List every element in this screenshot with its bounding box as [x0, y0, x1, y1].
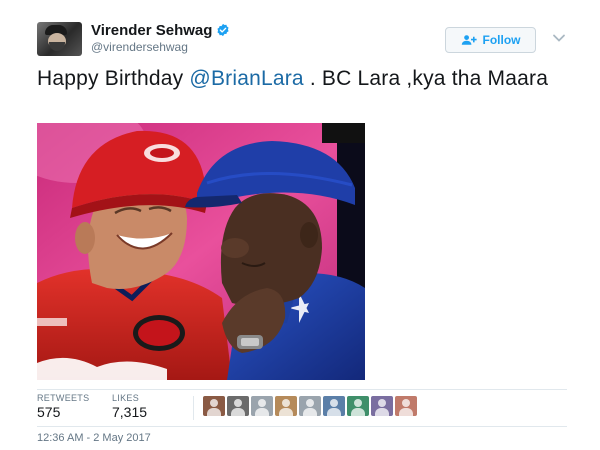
retweets-label[interactable]: RETWEETS: [37, 393, 89, 403]
tweet-text-part-1: Happy Birthday: [37, 67, 190, 90]
author-display-name[interactable]: Virender Sehwag: [91, 22, 230, 39]
author-handle[interactable]: @virendersehwag: [91, 40, 188, 54]
engagement-stats: RETWEETS 575 LIKES 7,315: [37, 389, 567, 427]
liker-avatar-6[interactable]: [323, 396, 345, 416]
likes-label[interactable]: LIKES: [112, 393, 139, 403]
liker-avatars: [203, 396, 417, 418]
stats-divider: [193, 396, 194, 420]
author-name-text[interactable]: Virender Sehwag: [91, 22, 212, 39]
liker-avatar-4[interactable]: [275, 396, 297, 416]
liker-avatar-9[interactable]: [395, 396, 417, 416]
mention-link[interactable]: @BrianLara: [189, 67, 303, 90]
chevron-down-icon[interactable]: [552, 31, 566, 45]
retweets-count[interactable]: 575: [37, 404, 60, 420]
liker-avatar-8[interactable]: [371, 396, 393, 416]
photo-illustration: [37, 123, 365, 380]
liker-avatar-7[interactable]: [347, 396, 369, 416]
liker-avatar-3[interactable]: [251, 396, 273, 416]
liker-avatar-5[interactable]: [299, 396, 321, 416]
tweet-text: Happy Birthday @BrianLara . BC Lara ,kya…: [37, 66, 567, 92]
tweet-timestamp[interactable]: 12:36 AM - 2 May 2017: [37, 432, 151, 444]
tweet-photo[interactable]: [37, 123, 365, 380]
tweet-text-part-2: . BC Lara ,kya tha Maara: [303, 67, 549, 90]
author-avatar[interactable]: [37, 22, 82, 56]
follow-label[interactable]: Follow: [483, 33, 521, 47]
add-user-icon: [461, 35, 477, 45]
follow-button[interactable]: Follow: [445, 27, 536, 53]
liker-avatar-1[interactable]: [203, 396, 225, 416]
likes-count[interactable]: 7,315: [112, 404, 147, 420]
verified-badge-icon: [217, 23, 229, 37]
tweet-card: Virender Sehwag @virendersehwag Follow H…: [0, 0, 600, 450]
liker-avatar-2[interactable]: [227, 396, 249, 416]
